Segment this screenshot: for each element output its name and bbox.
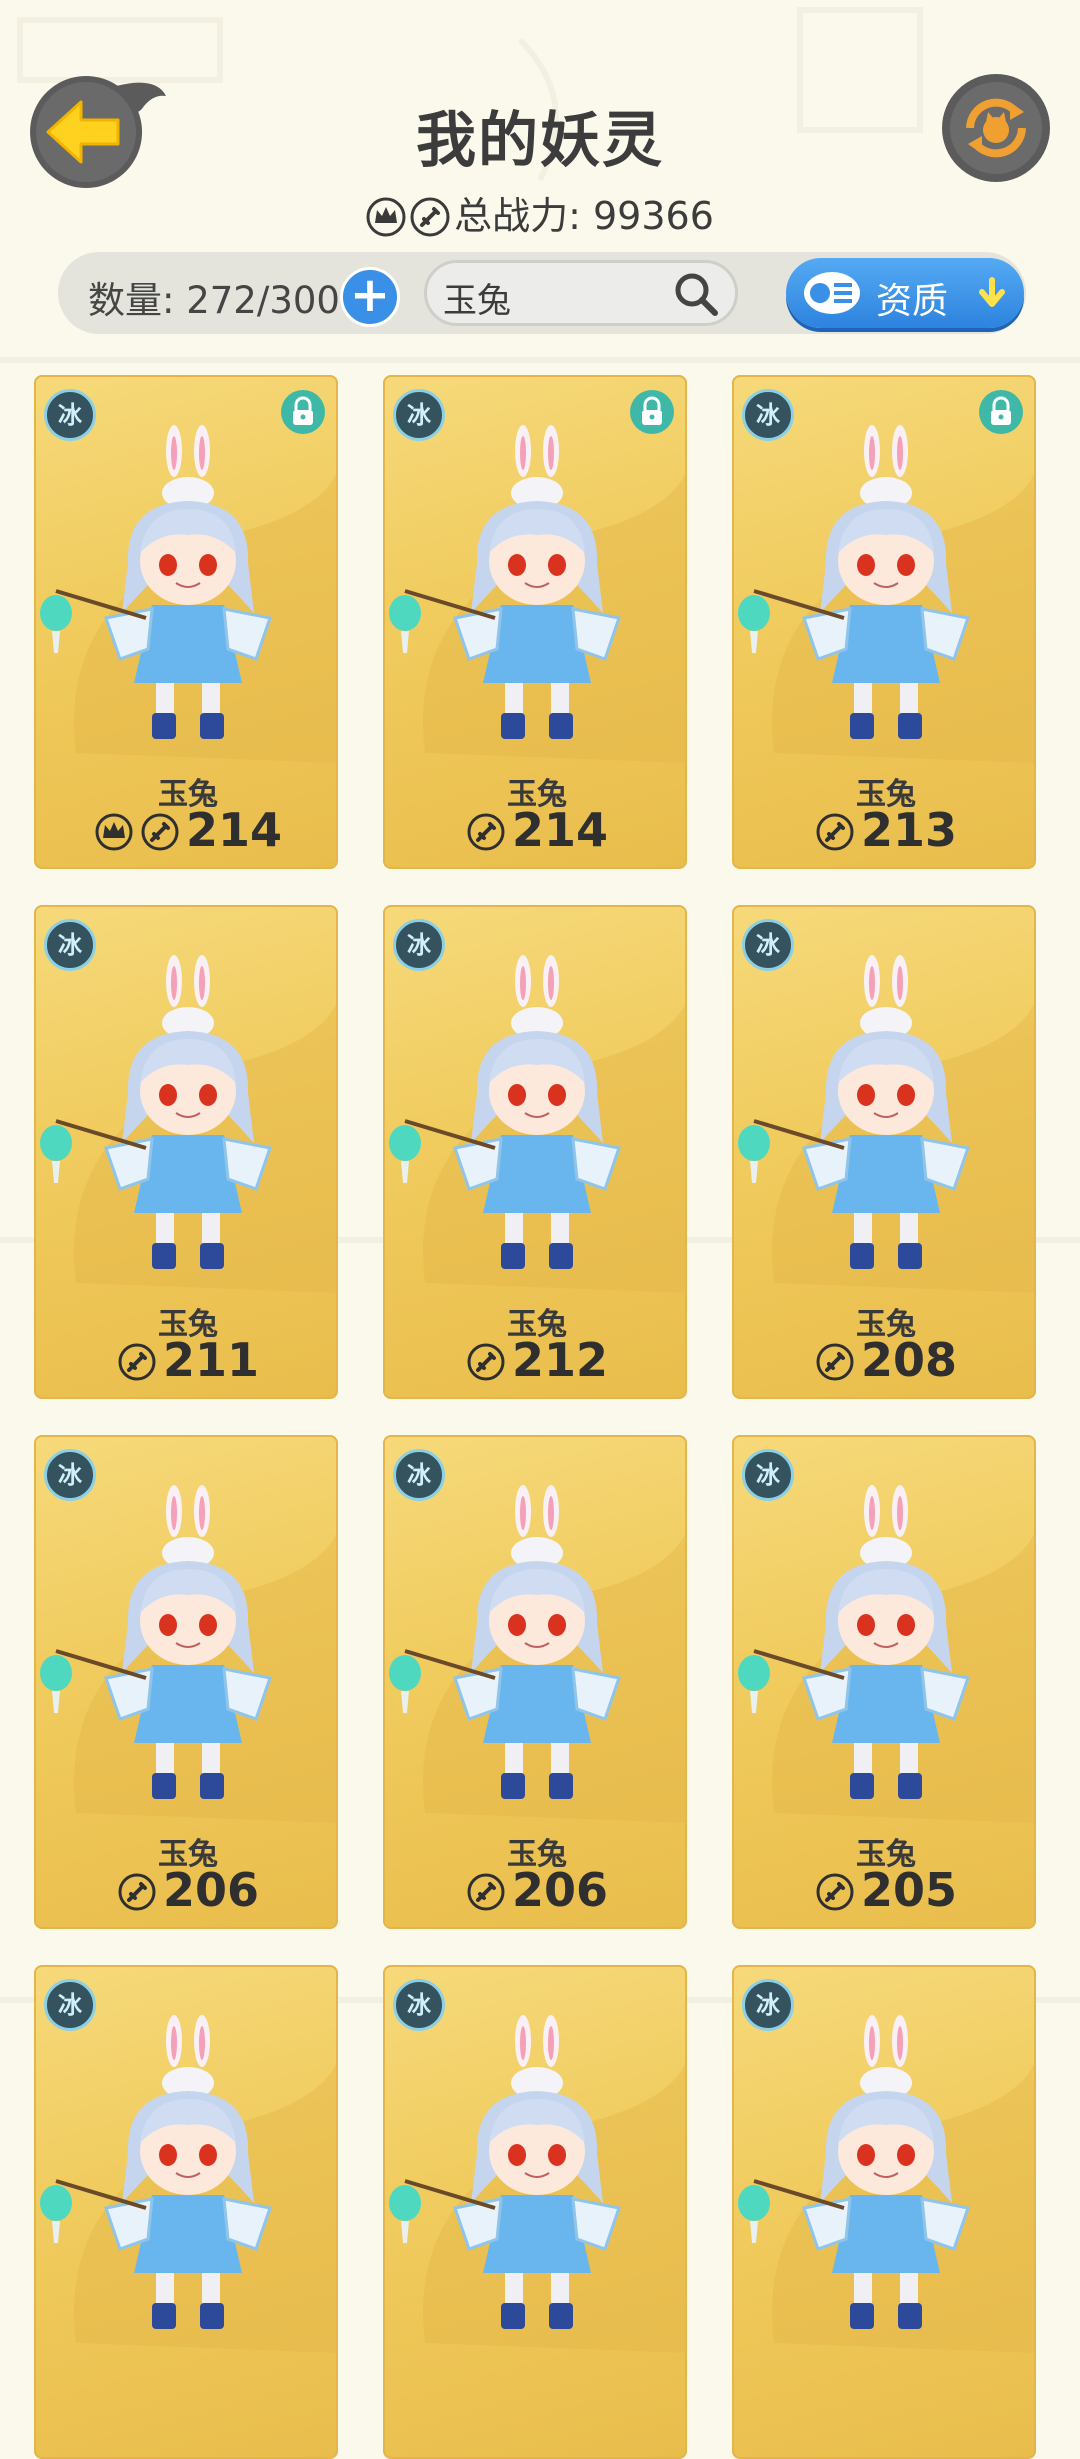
chibi-image	[40, 955, 336, 1293]
element-badge: 冰	[393, 919, 445, 971]
element-badge: 冰	[393, 1449, 445, 1501]
chibi-image	[40, 1485, 336, 1823]
spirit-card[interactable]: 冰玉兔 205	[732, 1435, 1036, 1929]
chibi-image	[389, 2015, 685, 2353]
sort-quality-button[interactable]: 资质	[786, 258, 1024, 328]
spirit-card[interactable]: 冰玉兔 214	[383, 375, 687, 869]
spirit-power: 206	[36, 1863, 336, 1917]
spirit-power: 213	[734, 803, 1034, 857]
chibi-image	[738, 1485, 1034, 1823]
spirit-power: 206	[385, 1863, 685, 1917]
sword-icon	[410, 197, 450, 246]
total-power-label: 总战力: 99366	[454, 194, 714, 238]
lock-icon[interactable]	[629, 389, 675, 435]
search-input[interactable]: 玉兔	[424, 260, 738, 326]
element-badge: 冰	[44, 919, 96, 971]
sword-icon	[816, 1873, 854, 1911]
element-badge: 冰	[742, 1449, 794, 1501]
power-value: 213	[860, 803, 958, 857]
power-value: 206	[511, 1863, 609, 1917]
chibi-image	[738, 2015, 1034, 2353]
chibi-image	[389, 425, 685, 763]
spirit-card[interactable]: 冰	[732, 1965, 1036, 2459]
chibi-image	[738, 955, 1034, 1293]
spirit-power: 214	[385, 803, 685, 857]
sword-icon	[467, 1343, 505, 1381]
spirit-card[interactable]: 冰玉兔 212	[383, 905, 687, 1399]
refresh-icon	[942, 74, 1050, 182]
header: 我的妖灵 总战力: 99366	[0, 0, 1080, 250]
sword-icon	[816, 1343, 854, 1381]
plus-icon: +	[349, 267, 391, 323]
spirit-card[interactable]: 冰	[383, 1965, 687, 2459]
power-value: 206	[162, 1863, 260, 1917]
element-badge: 冰	[44, 1449, 96, 1501]
chibi-image	[389, 955, 685, 1293]
total-power: 总战力: 99366	[0, 185, 1080, 246]
sword-icon	[467, 813, 505, 851]
search-icon[interactable]	[671, 269, 721, 319]
chibi-image	[389, 1485, 685, 1823]
chibi-image	[738, 425, 1034, 763]
spirit-card[interactable]: 冰玉兔 213	[732, 375, 1036, 869]
element-badge: 冰	[742, 389, 794, 441]
spirit-power: 214	[36, 803, 336, 857]
power-value: 214	[511, 803, 609, 857]
add-capacity-button[interactable]: +	[340, 267, 400, 327]
search-value: 玉兔	[443, 281, 511, 321]
sword-icon	[141, 813, 179, 851]
sword-icon	[467, 1873, 505, 1911]
spirit-card[interactable]: 冰玉兔 208	[732, 905, 1036, 1399]
power-value: 211	[162, 1333, 260, 1387]
page-title: 我的妖灵	[416, 106, 664, 176]
spirit-card[interactable]: 冰	[34, 1965, 338, 2459]
power-value: 212	[511, 1333, 609, 1387]
element-badge: 冰	[393, 389, 445, 441]
spirit-power: 208	[734, 1333, 1034, 1387]
spirit-card[interactable]: 冰玉兔 211	[34, 905, 338, 1399]
spirit-card[interactable]: 冰玉兔 206	[383, 1435, 687, 1929]
power-value: 214	[185, 803, 283, 857]
element-badge: 冰	[44, 1979, 96, 2031]
lock-icon[interactable]	[978, 389, 1024, 435]
spirit-power: 211	[36, 1333, 336, 1387]
element-badge: 冰	[44, 389, 96, 441]
sword-icon	[118, 1343, 156, 1381]
power-value: 205	[860, 1863, 958, 1917]
element-badge: 冰	[742, 1979, 794, 2031]
sword-icon	[816, 813, 854, 851]
sort-label: 资质	[876, 281, 949, 322]
spirit-power: 205	[734, 1863, 1034, 1917]
filter-icon	[804, 272, 860, 314]
power-value: 208	[860, 1333, 958, 1387]
crown-icon	[366, 197, 406, 246]
arrow-down-icon	[979, 277, 1005, 307]
spirit-card[interactable]: 冰玉兔 214	[34, 375, 338, 869]
toolbar: 数量: 272/300 + 玉兔 资质	[58, 252, 1026, 334]
sword-icon	[118, 1873, 156, 1911]
spirit-card[interactable]: 冰玉兔 206	[34, 1435, 338, 1929]
refresh-button[interactable]	[940, 72, 1052, 184]
element-badge: 冰	[742, 919, 794, 971]
chibi-image	[40, 2015, 336, 2353]
chibi-image	[40, 425, 336, 763]
element-badge: 冰	[393, 1979, 445, 2031]
lock-icon[interactable]	[280, 389, 326, 435]
spirit-power: 212	[385, 1333, 685, 1387]
crown-icon	[95, 813, 133, 851]
count-label: 数量: 272/300	[88, 279, 340, 322]
